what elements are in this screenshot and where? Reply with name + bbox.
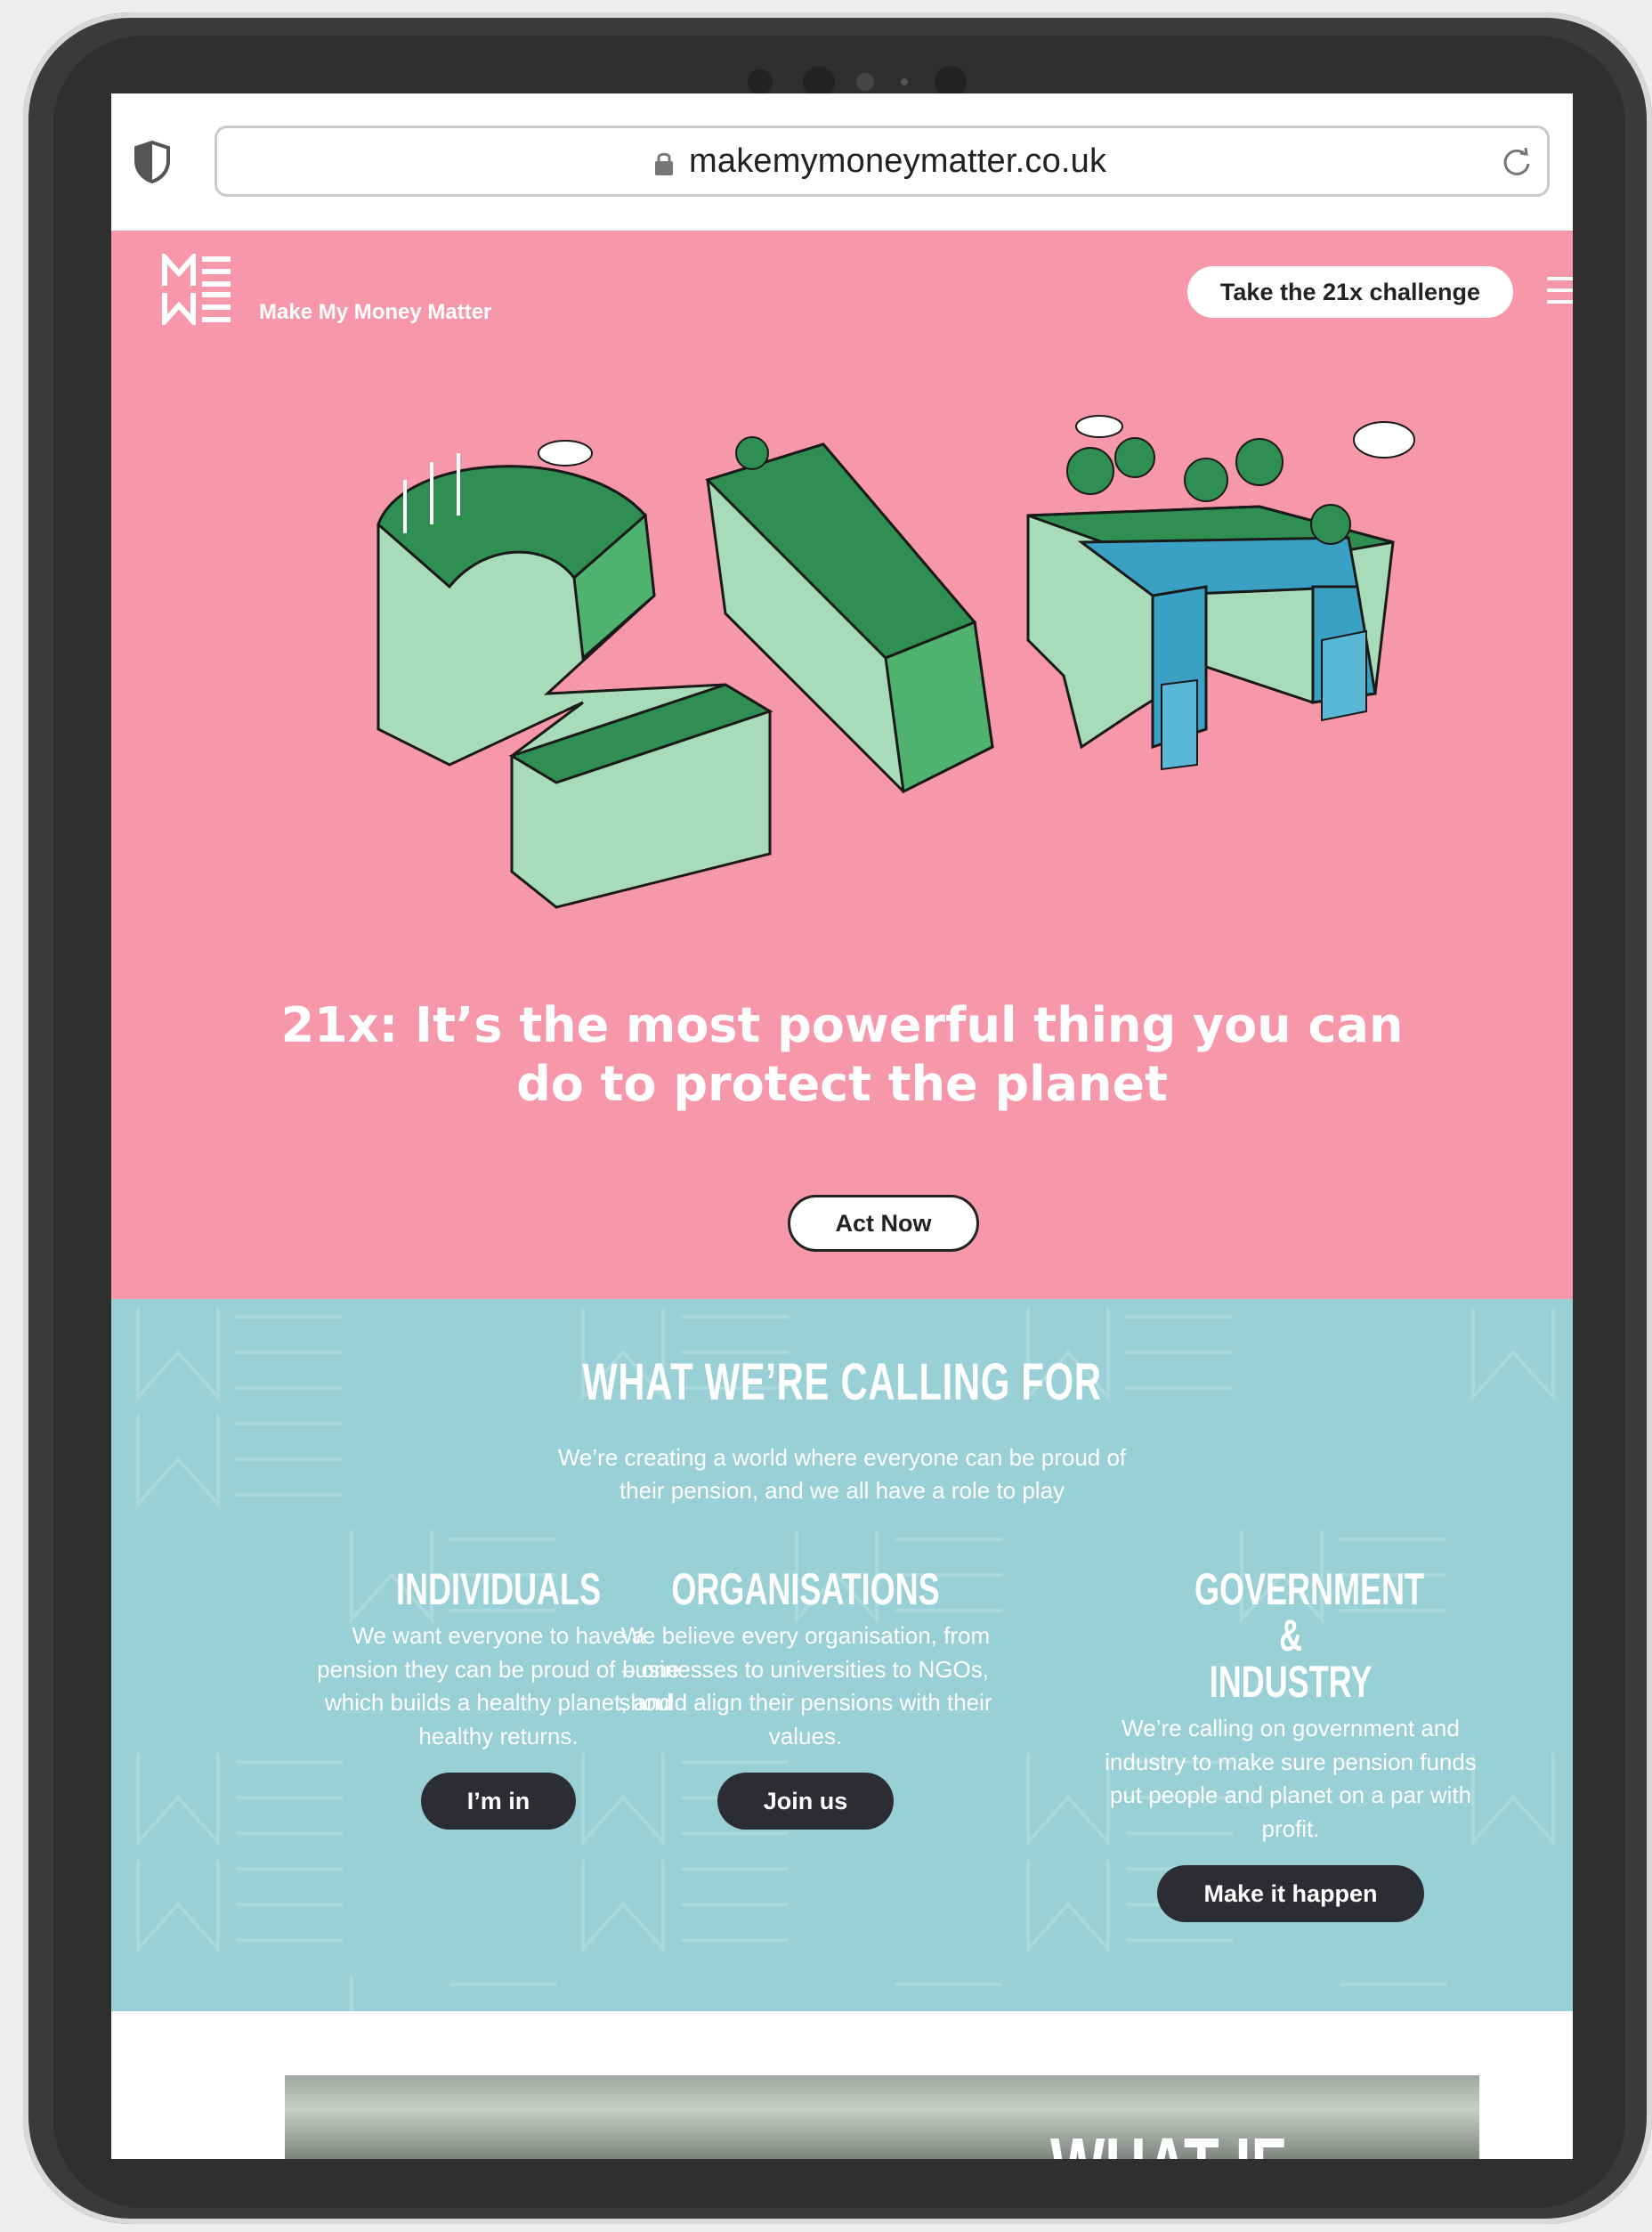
what-if-photo: WHAT IF [285,2075,1479,2159]
reload-icon[interactable] [1499,144,1535,180]
screen: makemymoneymatter.co.uk Make My Money Ma… [111,93,1573,2159]
column-title: ORGANISATIONS [671,1564,940,1614]
shield-icon[interactable] [133,140,172,184]
calling-for-subtitle: We’re creating a world where everyone ca… [557,1444,1127,1504]
column-government-industry: GOVERNMENT & INDUSTRY We’re calling on g… [1104,1566,1478,1922]
column-text: We believe every organisation, from busi… [619,1622,992,1749]
make-it-happen-button[interactable]: Make it happen [1157,1865,1424,1922]
hamburger-menu-icon[interactable] [1547,277,1573,309]
im-in-button[interactable]: I’m in [420,1773,577,1830]
photo-heading: WHAT IF [1050,2122,1286,2159]
calling-for-title: WHAT WE’RE CALLING FOR [582,1353,1102,1411]
column-text: We’re calling on government and industry… [1105,1715,1477,1842]
column-title: GOVERNMENT & INDUSTRY [1194,1564,1425,1707]
join-us-button[interactable]: Join us [717,1773,895,1830]
browser-toolbar: makemymoneymatter.co.uk [111,93,1573,231]
column-organisations: ORGANISATIONS We believe every organisat… [610,1566,1001,1830]
hero-21x-illustration [377,415,1415,909]
take-challenge-button[interactable]: Take the 21x challenge [1187,266,1513,318]
lock-icon [655,152,673,175]
brand-name[interactable]: Make My Money Matter [259,300,491,325]
column-title: INDIVIDUALS [395,1564,602,1614]
url-text: makemymoneymatter.co.uk [689,142,1107,180]
bottom-section: WHAT IF [111,2011,1573,2159]
act-now-button[interactable]: Act Now [788,1195,979,1252]
calling-for-section: WHAT WE’RE CALLING FOR We’re creating a … [111,1299,1573,2011]
hero-section: Make My Money Matter Take the 21x challe… [111,231,1573,1299]
address-bar[interactable]: makemymoneymatter.co.uk [215,126,1550,197]
logo-icon[interactable] [161,254,234,325]
hero-title: 21x: It’s the most powerful thing you ca… [280,997,1404,1112]
